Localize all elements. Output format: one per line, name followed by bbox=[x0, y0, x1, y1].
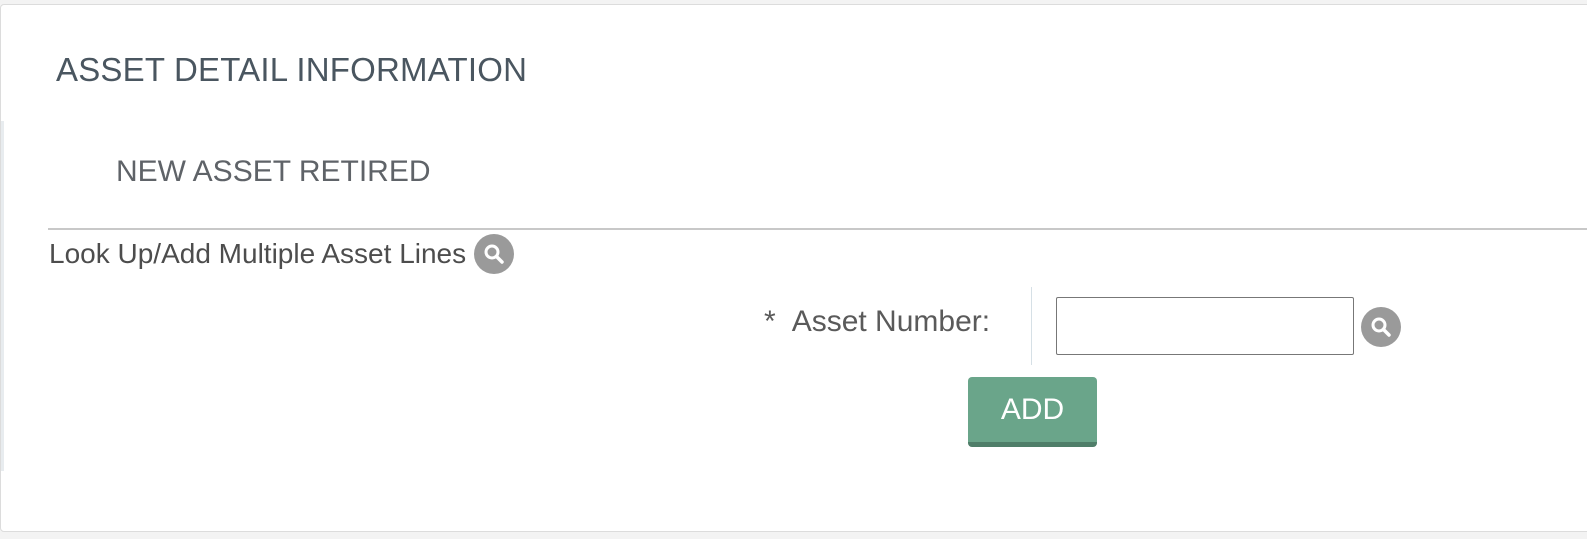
asset-detail-panel: ASSET DETAIL INFORMATION NEW ASSET RETIR… bbox=[0, 4, 1587, 532]
lookup-multiple-lines-label: Look Up/Add Multiple Asset Lines bbox=[49, 238, 467, 269]
lookup-multiple-lines: Look Up/Add Multiple Asset Lines bbox=[49, 234, 515, 274]
lookup-search-icon[interactable] bbox=[474, 234, 515, 274]
panel-title: ASSET DETAIL INFORMATION bbox=[56, 51, 528, 88]
section-title: NEW ASSET RETIRED bbox=[116, 155, 431, 188]
panel-left-accent bbox=[1, 121, 4, 471]
add-button[interactable]: ADD bbox=[968, 377, 1097, 447]
asset-number-input[interactable] bbox=[1056, 297, 1354, 355]
section-divider bbox=[48, 228, 1587, 230]
field-separator bbox=[1031, 287, 1032, 365]
asset-number-label: * Asset Number: bbox=[764, 305, 990, 339]
required-marker: * bbox=[764, 305, 776, 338]
asset-number-search-icon[interactable] bbox=[1361, 307, 1401, 347]
asset-number-label-text: Asset Number: bbox=[791, 305, 991, 338]
